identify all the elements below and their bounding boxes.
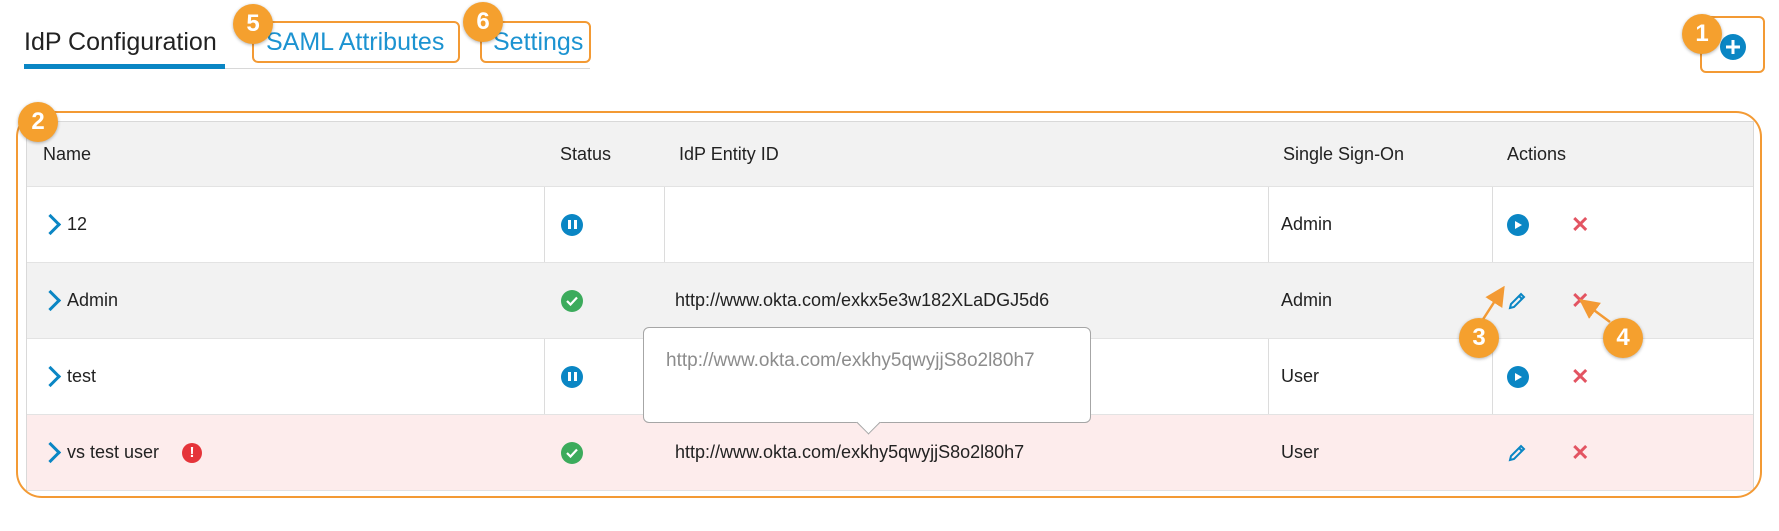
column-header-actions: Actions bbox=[1507, 143, 1567, 164]
row-sso: Admin bbox=[1281, 290, 1333, 310]
expand-chevron-icon[interactable] bbox=[39, 213, 62, 236]
plus-circle-icon bbox=[1726, 40, 1740, 54]
tab-idp-configuration[interactable]: IdP Configuration bbox=[24, 28, 225, 69]
row-sso: User bbox=[1281, 442, 1320, 462]
callout-badge-4: 4 bbox=[1603, 318, 1643, 358]
status-paused-icon bbox=[561, 213, 583, 236]
row-name: Admin bbox=[67, 290, 119, 310]
delete-icon[interactable]: ✕ bbox=[1571, 289, 1589, 312]
column-header-sso: Single Sign-On bbox=[1283, 143, 1405, 164]
table-header: Name Status IdP Entity ID Single Sign-On… bbox=[27, 122, 1753, 187]
callout-badge-1: 1 bbox=[1682, 14, 1722, 54]
expand-chevron-icon[interactable] bbox=[39, 289, 62, 312]
row-entity-id: http://www.okta.com/exkx5e3w182XLaDGJ5d6 bbox=[675, 290, 1050, 310]
row-name: vs test user bbox=[67, 442, 160, 462]
add-idp-button[interactable] bbox=[1720, 34, 1746, 60]
status-active-icon bbox=[561, 289, 583, 312]
column-header-name[interactable]: Name bbox=[43, 144, 91, 165]
delete-icon[interactable]: ✕ bbox=[1571, 365, 1589, 388]
row-name: 12 bbox=[67, 214, 88, 234]
callout-badge-3: 3 bbox=[1459, 318, 1499, 358]
entity-id-tooltip: http://www.okta.com/exkhy5qwyjjS8o2l80h7 bbox=[643, 327, 1091, 423]
expand-chevron-icon[interactable] bbox=[39, 441, 62, 464]
expand-chevron-icon[interactable] bbox=[39, 365, 62, 388]
delete-icon[interactable]: ✕ bbox=[1571, 213, 1589, 236]
column-header-status[interactable]: Status bbox=[560, 144, 611, 165]
edit-pencil-icon[interactable] bbox=[1507, 291, 1527, 311]
status-paused-icon bbox=[561, 365, 583, 388]
row-name: test bbox=[67, 366, 97, 386]
callout-badge-5: 5 bbox=[233, 4, 273, 44]
callout-badge-2: 2 bbox=[18, 102, 58, 142]
status-active-icon bbox=[561, 441, 583, 464]
edit-pencil-icon[interactable] bbox=[1507, 443, 1527, 463]
row-sso: Admin bbox=[1281, 214, 1333, 234]
tab-saml-attributes[interactable]: SAML Attributes bbox=[266, 28, 444, 57]
tab-settings[interactable]: Settings bbox=[493, 28, 583, 57]
enable-play-icon[interactable] bbox=[1507, 213, 1529, 236]
idp-table: Name Status IdP Entity ID Single Sign-On… bbox=[26, 121, 1754, 491]
delete-icon[interactable]: ✕ bbox=[1571, 441, 1589, 464]
row-sso: User bbox=[1281, 366, 1320, 386]
error-alert-icon[interactable]: ! bbox=[182, 442, 202, 463]
row-entity-id: http://www.okta.com/exkhy5qwyjjS8o2l80h7 bbox=[675, 442, 1025, 462]
table-row: vs test user ! http://www.okta.com/exkhy… bbox=[27, 415, 1753, 491]
callout-badge-6: 6 bbox=[463, 2, 503, 42]
tab-bar: IdP Configuration SAML Attributes Settin… bbox=[24, 20, 590, 69]
table-row: 12 Admin ✕ bbox=[27, 187, 1753, 263]
enable-play-icon[interactable] bbox=[1507, 365, 1529, 388]
column-header-entity-id[interactable]: IdP Entity ID bbox=[679, 144, 779, 165]
